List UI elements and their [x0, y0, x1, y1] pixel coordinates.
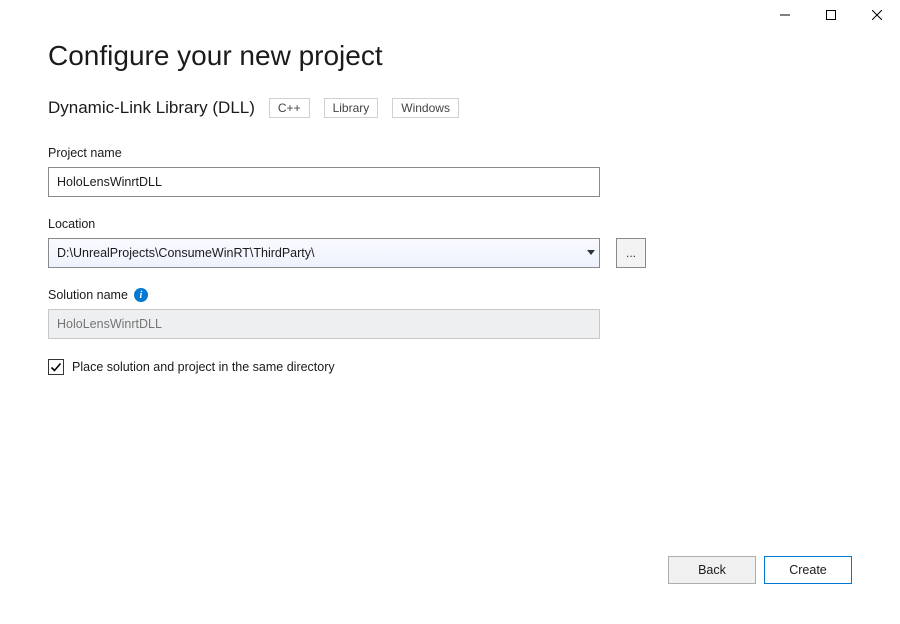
close-button[interactable]: [854, 0, 900, 30]
page-title: Configure your new project: [48, 40, 852, 72]
titlebar: [762, 0, 900, 30]
chevron-down-icon[interactable]: [581, 239, 599, 267]
minimize-button[interactable]: [762, 0, 808, 30]
location-input[interactable]: [49, 239, 581, 267]
maximize-icon: [826, 10, 836, 20]
main-content: Configure your new project Dynamic-Link …: [0, 0, 900, 375]
project-name-input[interactable]: [48, 167, 600, 197]
solution-name-input: [48, 309, 600, 339]
location-combobox[interactable]: [48, 238, 600, 268]
browse-button[interactable]: ...: [616, 238, 646, 268]
same-directory-checkbox[interactable]: [48, 359, 64, 375]
check-icon: [50, 361, 62, 373]
template-name: Dynamic-Link Library (DLL): [48, 98, 255, 118]
location-group: Location ...: [48, 217, 852, 268]
project-name-group: Project name: [48, 146, 852, 197]
close-icon: [872, 10, 882, 20]
solution-name-label-text: Solution name: [48, 288, 128, 302]
back-button[interactable]: Back: [668, 556, 756, 584]
info-icon[interactable]: i: [134, 288, 148, 302]
location-label: Location: [48, 217, 852, 231]
solution-name-label: Solution name i: [48, 288, 852, 302]
same-directory-label: Place solution and project in the same d…: [72, 360, 335, 374]
project-name-label: Project name: [48, 146, 852, 160]
minimize-icon: [780, 10, 790, 20]
template-row: Dynamic-Link Library (DLL) C++ Library W…: [48, 98, 852, 118]
template-tag: C++: [269, 98, 310, 118]
template-tag: Library: [324, 98, 379, 118]
same-directory-row: Place solution and project in the same d…: [48, 359, 852, 375]
create-button[interactable]: Create: [764, 556, 852, 584]
maximize-button[interactable]: [808, 0, 854, 30]
solution-name-group: Solution name i: [48, 288, 852, 339]
template-tag: Windows: [392, 98, 459, 118]
footer: Back Create: [668, 556, 852, 584]
